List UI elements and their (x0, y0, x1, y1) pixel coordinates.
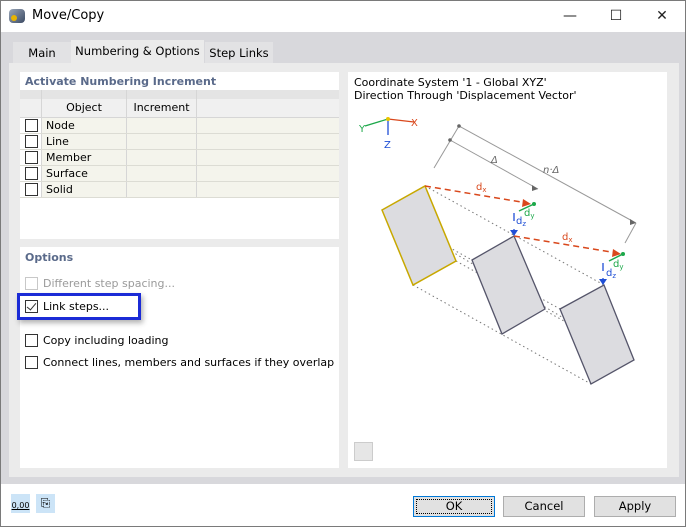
table-row: Line (20, 134, 339, 150)
dx-label-2: dx (562, 232, 573, 244)
apply-button[interactable]: Apply (594, 496, 676, 517)
cancel-button[interactable]: Cancel (503, 496, 585, 517)
table-row: Surface (20, 166, 339, 182)
row-object: Line (42, 134, 127, 149)
table-header: Object Increment (20, 99, 339, 118)
table-row: Node (20, 118, 339, 134)
move-copy-dialog: Move/Copy — ☐ ✕ Main Numbering & Options… (0, 0, 686, 527)
row-object: Member (42, 150, 127, 165)
title-bar: Move/Copy — ☐ ✕ (1, 1, 685, 32)
tab-panel: Activate Numbering Increment Object Incr… (9, 63, 679, 477)
row-checkbox[interactable] (25, 151, 38, 164)
checkbox[interactable] (25, 300, 38, 313)
options-header: Options (25, 251, 74, 264)
checkbox (25, 277, 38, 290)
displacement-diagram: Δ n·Δ dx dx dy dy dz dz X Y Z (358, 117, 637, 385)
dy-vectors (518, 203, 624, 262)
row-object: Node (42, 118, 127, 133)
x-axis-label: X (411, 118, 418, 129)
dimension-lines (433, 125, 637, 244)
copy-data-icon[interactable]: ⎘ (36, 494, 55, 513)
copy-surface-1 (471, 235, 546, 335)
row-object: Solid (42, 182, 127, 197)
maximize-button[interactable]: ☐ (593, 1, 639, 32)
column-object: Object (42, 99, 127, 117)
dy-label-2: dy (613, 259, 624, 271)
n-delta-label: n·Δ (543, 165, 560, 176)
units-decimal-icon[interactable]: 0,00 (11, 494, 30, 513)
app-icon (9, 9, 25, 23)
dx-label-1: dx (476, 182, 487, 194)
table-row: Member (20, 150, 339, 166)
minimize-button[interactable]: — (547, 1, 593, 32)
original-surface (381, 184, 457, 287)
increment-cell[interactable] (127, 182, 197, 197)
row-object: Surface (42, 166, 127, 181)
row-checkbox[interactable] (25, 135, 38, 148)
delta-label: Δ (490, 155, 498, 166)
row-checkbox[interactable] (25, 119, 38, 132)
dy-label-1: dy (524, 208, 535, 220)
dialog-body: Main Numbering & Options Step Links Acti… (1, 32, 685, 484)
option-link-steps[interactable]: Link steps... (17, 293, 141, 320)
tab-step-links[interactable]: Step Links (205, 42, 273, 64)
row-checkbox[interactable] (25, 183, 38, 196)
checkbox[interactable] (25, 356, 38, 369)
increment-cell[interactable] (127, 166, 197, 181)
numbering-table: Object Increment Node Line Member Surfac… (20, 90, 339, 198)
close-button[interactable]: ✕ (639, 1, 685, 32)
row-checkbox[interactable] (25, 167, 38, 180)
option-copy-including-loading[interactable]: Copy including loading (25, 334, 169, 347)
numbering-header: Activate Numbering Increment (25, 75, 217, 88)
table-row: Solid (20, 182, 339, 198)
y-axis-label: Y (358, 124, 366, 135)
numbering-panel: Activate Numbering Increment Object Incr… (20, 72, 339, 239)
window-title: Move/Copy (32, 8, 105, 23)
z-axis-label: Z (384, 140, 391, 151)
dialog-footer: 0,00 ⎘ OK Cancel Apply (1, 484, 685, 526)
axis-triad: X Y Z (358, 117, 418, 151)
increment-cell[interactable] (127, 134, 197, 149)
preview-options-icon[interactable] (354, 442, 373, 461)
tab-numbering-options[interactable]: Numbering & Options (71, 40, 204, 64)
ok-button[interactable]: OK (413, 496, 495, 517)
options-panel: Options Different step spacing... Link s… (17, 247, 339, 468)
option-different-step-spacing: Different step spacing... (25, 277, 175, 290)
preview-panel: Coordinate System '1 - Global XYZ' Direc… (348, 72, 667, 468)
increment-cell[interactable] (127, 118, 197, 133)
checkbox[interactable] (25, 334, 38, 347)
increment-cell[interactable] (127, 150, 197, 165)
copy-surface-2 (559, 284, 635, 385)
tab-main[interactable]: Main (13, 42, 71, 64)
column-increment: Increment (127, 99, 197, 117)
option-connect-overlap[interactable]: Connect lines, members and surfaces if t… (25, 356, 334, 369)
